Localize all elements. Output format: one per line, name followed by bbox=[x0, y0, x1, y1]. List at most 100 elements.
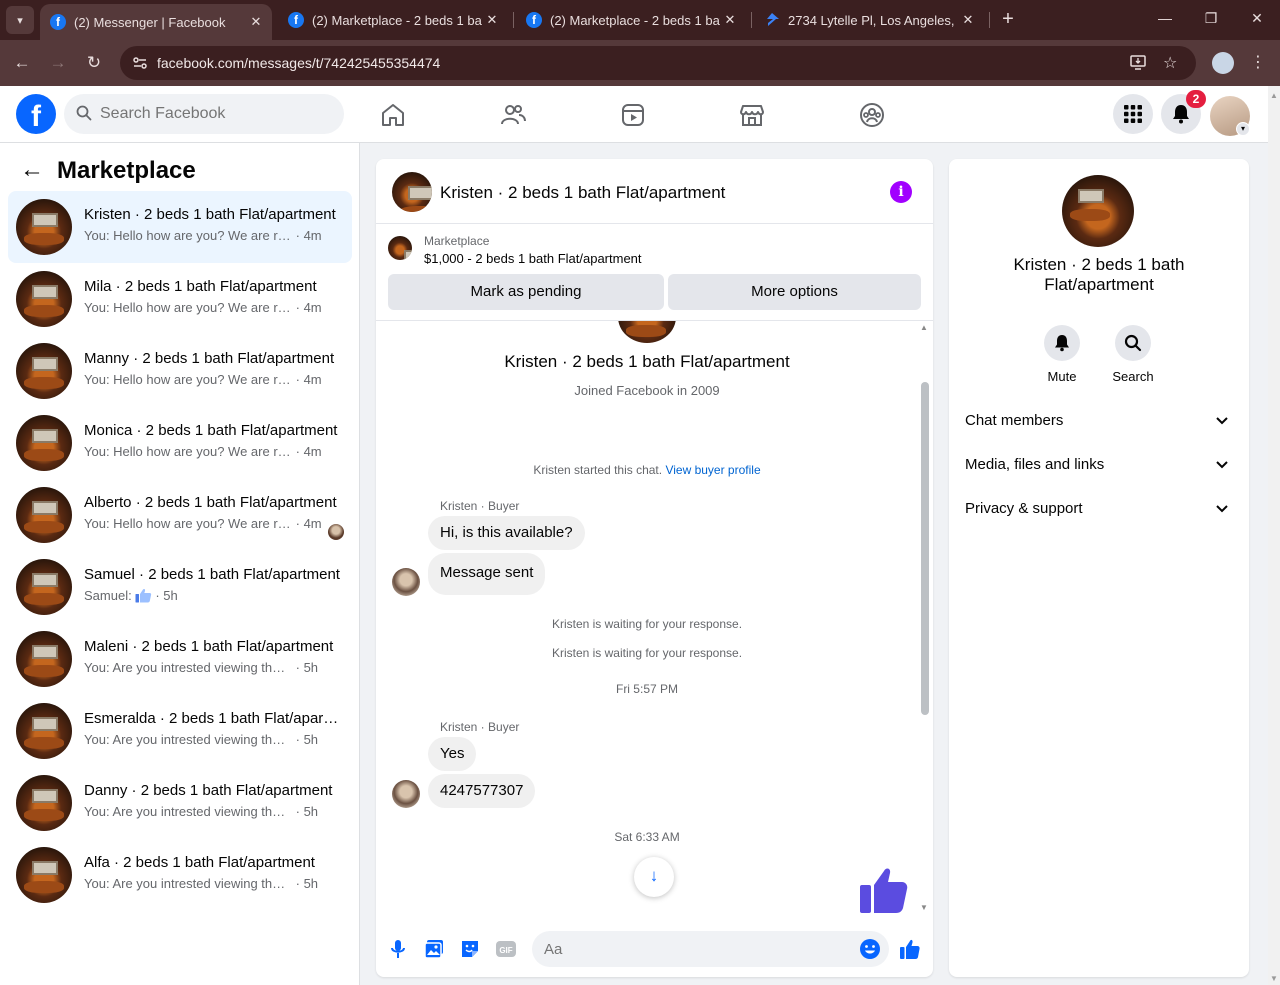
tab-marketplace-2[interactable]: f (2) Marketplace - 2 beds 1 bath ✕ bbox=[516, 0, 746, 40]
conversation-item[interactable]: Kristen · 2 beds 1 bath Flat/apartment Yo… bbox=[8, 191, 352, 263]
tab-close-icon[interactable]: ✕ bbox=[720, 12, 740, 28]
preview-text: You: Hello how are you? We are re... bbox=[84, 516, 292, 531]
gif-icon[interactable]: GIF bbox=[495, 938, 517, 960]
forward-icon[interactable]: → bbox=[47, 52, 69, 74]
scroll-to-bottom-button[interactable]: ↓ bbox=[634, 857, 674, 897]
tab-close-icon[interactable]: ✕ bbox=[246, 14, 266, 30]
tab-close-icon[interactable]: ✕ bbox=[482, 12, 502, 28]
mute-button[interactable]: Mute bbox=[1032, 325, 1092, 384]
section-label: Chat members bbox=[965, 412, 1064, 429]
page-scrollbar[interactable]: ▲ ▼ bbox=[1268, 86, 1280, 985]
message-bubble[interactable]: 4247577307 bbox=[428, 774, 536, 808]
reload-icon[interactable]: ↻ bbox=[83, 52, 105, 74]
scrollbar-thumb[interactable] bbox=[921, 382, 929, 715]
conversation-name: Mila · 2 beds 1 bath Flat/apartment bbox=[84, 278, 317, 295]
site-info-icon[interactable] bbox=[132, 55, 148, 71]
message-bubble[interactable]: Hi, is this available? bbox=[428, 516, 585, 550]
conversation-name: Alfa · 2 beds 1 bath Flat/apartment bbox=[84, 854, 315, 871]
address-bar[interactable]: facebook.com/messages/t/742425455354474 … bbox=[120, 46, 1196, 80]
video-icon[interactable] bbox=[620, 102, 646, 128]
conversation-item[interactable]: Esmeralda · 2 beds 1 bath Flat/apartment… bbox=[8, 695, 352, 767]
listing-thumbnail[interactable] bbox=[388, 236, 412, 260]
chat-title[interactable]: Kristen · 2 beds 1 bath Flat/apartment bbox=[440, 183, 725, 203]
message-input[interactable] bbox=[544, 931, 844, 967]
tab-zillow[interactable]: 2734 Lytelle Pl, Los Angeles, CA ✕ bbox=[754, 0, 984, 40]
conversation-item[interactable]: Danny · 2 beds 1 bath Flat/apartment You:… bbox=[8, 767, 352, 839]
browser-profile-avatar[interactable] bbox=[1212, 52, 1234, 74]
marketplace-sidebar: ← Marketplace Kristen · 2 beds 1 bath Fl… bbox=[0, 143, 360, 985]
like-icon[interactable] bbox=[899, 938, 921, 960]
install-app-icon[interactable] bbox=[1129, 53, 1147, 76]
chat-panel: Kristen · 2 beds 1 bath Flat/apartment i… bbox=[376, 159, 933, 977]
facebook-logo[interactable]: f bbox=[16, 94, 56, 134]
tab-messenger[interactable]: f (2) Messenger | Facebook ✕ bbox=[40, 4, 272, 40]
conversation-item[interactable]: Mila · 2 beds 1 bath Flat/apartment You: … bbox=[8, 263, 352, 335]
minimize-icon[interactable]: — bbox=[1155, 10, 1175, 26]
conversation-item[interactable]: Alfa · 2 beds 1 bath Flat/apartment You: … bbox=[8, 839, 352, 911]
scroll-down-icon[interactable]: ▼ bbox=[1270, 974, 1278, 983]
preview-text: You: Hello how are you? We are really... bbox=[84, 372, 292, 387]
view-buyer-profile-link[interactable]: View buyer profile bbox=[665, 463, 760, 477]
scroll-down-icon[interactable]: ▼ bbox=[920, 903, 928, 912]
home-icon[interactable] bbox=[380, 102, 406, 128]
section-chat-members[interactable]: Chat members bbox=[957, 399, 1241, 443]
restore-icon[interactable]: ❐ bbox=[1201, 10, 1221, 27]
scroll-up-icon[interactable]: ▲ bbox=[1270, 91, 1278, 100]
emoji-icon[interactable] bbox=[859, 938, 881, 960]
search-facebook[interactable] bbox=[64, 94, 344, 134]
mute-label: Mute bbox=[1047, 369, 1077, 384]
hero-name: Kristen · 2 beds 1 bath Flat/apartment bbox=[504, 352, 790, 371]
microphone-icon[interactable] bbox=[387, 938, 409, 960]
photo-icon[interactable] bbox=[423, 938, 445, 960]
section-media-files-links[interactable]: Media, files and links bbox=[957, 443, 1241, 487]
scroll-up-icon[interactable]: ▲ bbox=[920, 323, 928, 332]
tab-marketplace-1[interactable]: f (2) Marketplace - 2 beds 1 bath ✕ bbox=[278, 0, 508, 40]
info-icon[interactable]: i bbox=[890, 181, 912, 203]
sender-label: Kristen · Buyer bbox=[440, 720, 520, 734]
thumbs-up-icon[interactable] bbox=[856, 861, 912, 915]
conversation-item[interactable]: Monica · 2 beds 1 bath Flat/apartment You… bbox=[8, 407, 352, 479]
conversation-item[interactable]: Alberto · 2 beds 1 bath Flat/apartment Yo… bbox=[8, 479, 352, 551]
tab-title: (2) Marketplace - 2 beds 1 bath bbox=[312, 12, 482, 28]
marketplace-icon[interactable] bbox=[739, 102, 765, 128]
preview-separator: · bbox=[292, 516, 304, 531]
tab-search-button[interactable]: ▾ bbox=[6, 6, 34, 34]
friends-icon[interactable] bbox=[500, 102, 526, 128]
chat-scrollbar[interactable]: ▲ ▼ bbox=[919, 321, 931, 915]
conversation-item[interactable]: Samuel · 2 beds 1 bath Flat/apartment Sam… bbox=[8, 551, 352, 623]
conversation-preview: You: Are you intrested viewing the Ap...… bbox=[84, 804, 334, 819]
search-input[interactable] bbox=[100, 94, 330, 134]
conversation-name: Kristen · 2 beds 1 bath Flat/apartment bbox=[84, 206, 336, 223]
conversation-item[interactable]: Manny · 2 beds 1 bath Flat/apartment You:… bbox=[8, 335, 352, 407]
listing-thumbnail bbox=[16, 631, 72, 687]
close-window-icon[interactable]: ✕ bbox=[1247, 10, 1267, 27]
more-options-button[interactable]: More options bbox=[668, 274, 921, 310]
back-icon[interactable]: ← bbox=[11, 52, 33, 74]
browser-menu-icon[interactable]: ⋮ bbox=[1250, 52, 1266, 72]
profile-name[interactable]: Kristen · 2 beds 1 bath Flat/apartment bbox=[969, 255, 1229, 295]
sender-avatar[interactable] bbox=[392, 780, 420, 808]
sender-avatar[interactable] bbox=[392, 568, 420, 596]
message-bubble[interactable]: Yes bbox=[428, 737, 477, 771]
chat-avatar[interactable] bbox=[392, 172, 432, 212]
back-arrow-icon[interactable]: ← bbox=[20, 158, 44, 183]
message-bubble[interactable]: Message sent bbox=[428, 553, 546, 595]
groups-icon[interactable] bbox=[859, 102, 885, 128]
account-chevron-icon[interactable]: ▾ bbox=[1236, 122, 1250, 136]
mark-as-pending-button[interactable]: Mark as pending bbox=[388, 274, 664, 310]
message-input-box[interactable] bbox=[532, 931, 889, 967]
preview-separator: · bbox=[292, 660, 304, 675]
sticker-icon[interactable] bbox=[459, 938, 481, 960]
preview-separator: · bbox=[292, 876, 304, 891]
conversation-item[interactable]: Maleni · 2 beds 1 bath Flat/apartment You… bbox=[8, 623, 352, 695]
preview-text: Samuel: bbox=[84, 588, 132, 603]
tab-close-icon[interactable]: ✕ bbox=[958, 12, 978, 28]
bookmark-star-icon[interactable]: ☆ bbox=[1163, 53, 1177, 73]
new-tab-button[interactable]: + bbox=[996, 8, 1020, 32]
menu-grid-button[interactable] bbox=[1113, 94, 1153, 134]
conversation-preview: Samuel: · 5h bbox=[84, 588, 334, 606]
section-privacy-support[interactable]: Privacy & support bbox=[957, 487, 1241, 531]
search-in-chat-button[interactable]: Search bbox=[1103, 325, 1163, 384]
listing-price[interactable]: $1,000 - 2 beds 1 bath Flat/apartment bbox=[424, 251, 642, 266]
profile-avatar[interactable] bbox=[1062, 175, 1134, 247]
